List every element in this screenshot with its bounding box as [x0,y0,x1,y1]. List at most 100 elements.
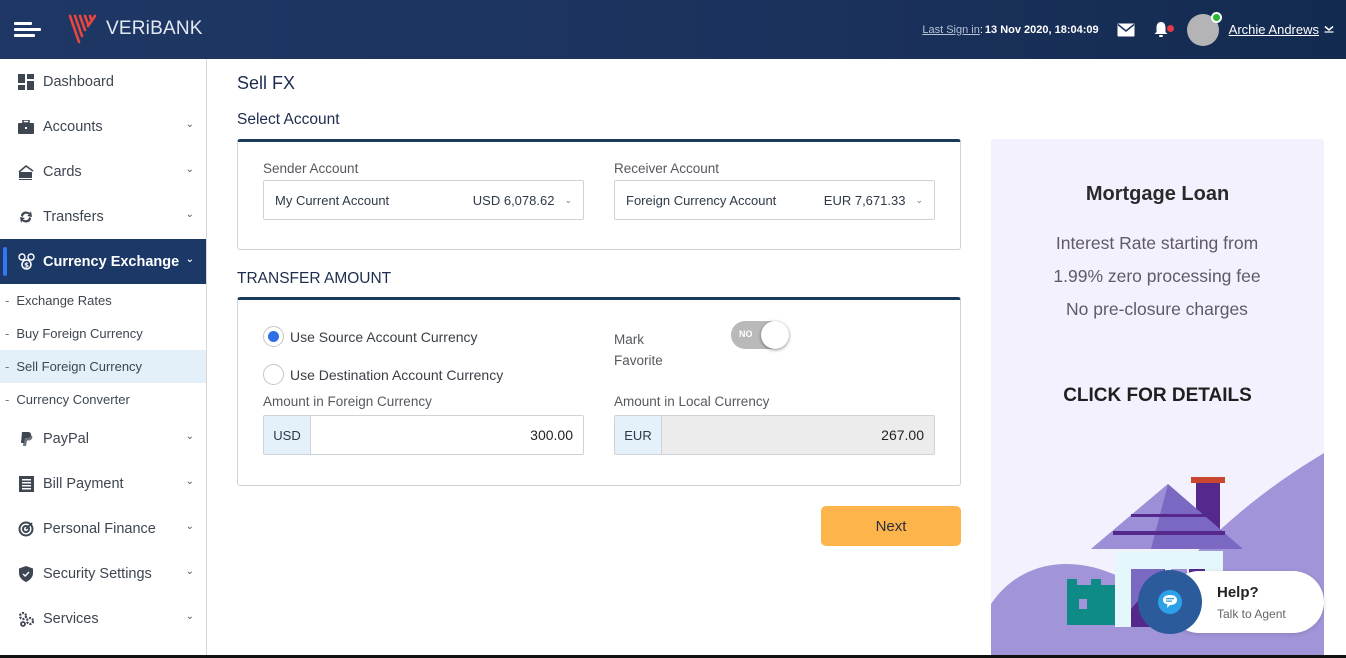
bell-icon[interactable] [1153,21,1174,38]
help-chat-button[interactable] [1138,570,1202,634]
sidebar-item-label: Bill Payment [43,475,124,492]
help-title: Help? [1217,584,1259,601]
dash-icon: - [5,326,10,341]
sidebar-item-label: Cards [43,163,82,180]
mark-favorite-label-line1: Mark [614,332,644,347]
promo-body: Interest Rate starting from 1.99% zero p… [1053,233,1261,319]
chevron-down-icon: ⌄ [915,194,923,205]
sender-account-label: Sender Account [263,161,359,176]
sidebar-subitem-label: Exchange Rates [16,293,112,308]
promo-title: Mortgage Loan [1085,183,1230,205]
radio-use-source-currency[interactable]: Use Source Account Currency [263,326,478,347]
dash-icon: - [5,293,10,308]
select-account-card: Sender Account My Current Account USD 6,… [237,139,961,250]
sidebar-item-label: Personal Finance [43,520,156,537]
sidebar-item-label: Currency Exchange [43,253,180,270]
sidebar-subitem-exchange-rates[interactable]: - Exchange Rates [0,284,206,317]
user-name-link[interactable]: Archie Andrews [1229,22,1319,37]
card-icon [17,163,35,181]
local-currency-addon: EUR [615,416,662,454]
veribank-logo-icon [68,14,97,44]
last-sign-in-link[interactable]: Last Sign in [922,24,979,36]
menu-icon[interactable] [14,22,42,38]
notification-dot [1166,25,1174,32]
receiver-account-name: Foreign Currency Account [626,192,777,208]
promo-cta-link[interactable]: CLICK FOR DETAILS [991,385,1324,407]
radio-button[interactable] [263,364,284,385]
sidebar-item-label: Accounts [43,118,103,135]
sidebar-item-label: Security Settings [43,565,152,582]
briefcase-icon [17,118,35,136]
chevron-down-icon: ⌄ [185,476,194,487]
sidebar-item-label: Dashboard [43,73,114,90]
sidebar-item-bill-payment[interactable]: Bill Payment ⌄ [0,461,206,506]
target-icon [17,520,35,538]
sender-account-select[interactable]: My Current Account USD 6,078.62 ⌄ [263,180,584,220]
sidebar-item-currency-exchange[interactable]: $ Currency Exchange ⌄ [0,239,206,284]
svg-text:$: $ [24,261,29,269]
chevron-down-icon: ⌄ [185,521,194,532]
sidebar-subitem-buy-foreign-currency[interactable]: - Buy Foreign Currency [0,317,206,350]
gears-icon [17,610,35,628]
help-chat-widget[interactable]: Help? Talk to Agent [1138,570,1324,634]
sender-account-balance: USD 6,078.62 [472,192,555,208]
sidebar-item-dashboard[interactable]: Dashboard [0,59,206,104]
transfer-icon [17,208,35,226]
sidebar: Dashboard Accounts ⌄ Cards ⌄ Transfers ⌄… [0,59,207,658]
next-button[interactable]: Next [821,506,961,546]
page-title: Sell FX [237,73,296,93]
logo[interactable]: VERiBANK [68,14,203,44]
radio-label: Use Source Account Currency [290,328,478,345]
radio-label: Use Destination Account Currency [290,366,504,383]
radio-button-checked[interactable] [263,326,284,347]
sidebar-subitem-currency-converter[interactable]: - Currency Converter [0,383,206,416]
chevron-down-icon[interactable] [1324,24,1334,36]
mail-icon[interactable] [1117,23,1135,37]
chat-bubble-icon [1158,590,1182,614]
sidebar-subitem-label: Sell Foreign Currency [16,359,143,374]
sidebar-item-label: PayPal [43,430,89,447]
bill-icon [17,475,35,493]
sidebar-item-label: Transfers [43,208,104,225]
avatar[interactable] [1186,11,1222,46]
sidebar-item-cards[interactable]: Cards ⌄ [0,149,206,194]
sidebar-item-accounts[interactable]: Accounts ⌄ [0,104,206,149]
chevron-down-icon: ⌄ [185,119,194,130]
dash-icon: - [5,392,10,407]
local-amount-value: 267.00 [662,416,934,454]
toggle-state-label: NO [739,329,753,339]
currency-exchange-icon: $ [17,253,35,271]
select-account-title: Select Account [237,111,340,128]
chevron-down-icon: ⌄ [185,611,194,622]
sidebar-subitem-sell-foreign-currency[interactable]: - Sell Foreign Currency [0,350,206,383]
mark-favorite-toggle[interactable]: NO [731,321,789,349]
shield-icon [17,565,35,583]
chevron-down-icon: ⌄ [185,431,194,442]
sidebar-subitem-label: Currency Converter [16,392,130,407]
last-sign-in-separator: : [979,23,983,36]
radio-use-destination-currency[interactable]: Use Destination Account Currency [263,364,503,385]
receiver-account-label: Receiver Account [614,161,720,176]
chevron-down-icon: ⌄ [185,566,194,577]
mark-favorite-label: Mark Favorite [614,329,663,371]
dash-icon: - [5,359,10,374]
foreign-amount-value[interactable]: 300.00 [311,416,583,454]
sidebar-item-personal-finance[interactable]: Personal Finance ⌄ [0,506,206,551]
toggle-knob [761,321,789,349]
dashboard-icon [17,73,35,91]
chevron-down-icon: ⌄ [185,254,194,265]
sidebar-item-paypal[interactable]: PayPal ⌄ [0,416,206,461]
online-status-dot [1210,11,1222,23]
sidebar-item-security-settings[interactable]: Security Settings ⌄ [0,551,206,596]
help-subtitle: Talk to Agent [1217,607,1286,621]
paypal-icon [17,430,35,448]
local-amount-label: Amount in Local Currency [614,394,770,409]
sidebar-item-transfers[interactable]: Transfers ⌄ [0,194,206,239]
foreign-amount-input[interactable]: USD 300.00 [263,415,584,455]
receiver-account-select[interactable]: Foreign Currency Account EUR 7,671.33 ⌄ [614,180,935,220]
sidebar-item-label: Services [43,610,99,627]
sidebar-item-services[interactable]: Services ⌄ [0,596,206,641]
chevron-down-icon: ⌄ [185,164,194,175]
mark-favorite-label-line2: Favorite [614,353,663,368]
sidebar-subitem-label: Buy Foreign Currency [16,326,143,341]
